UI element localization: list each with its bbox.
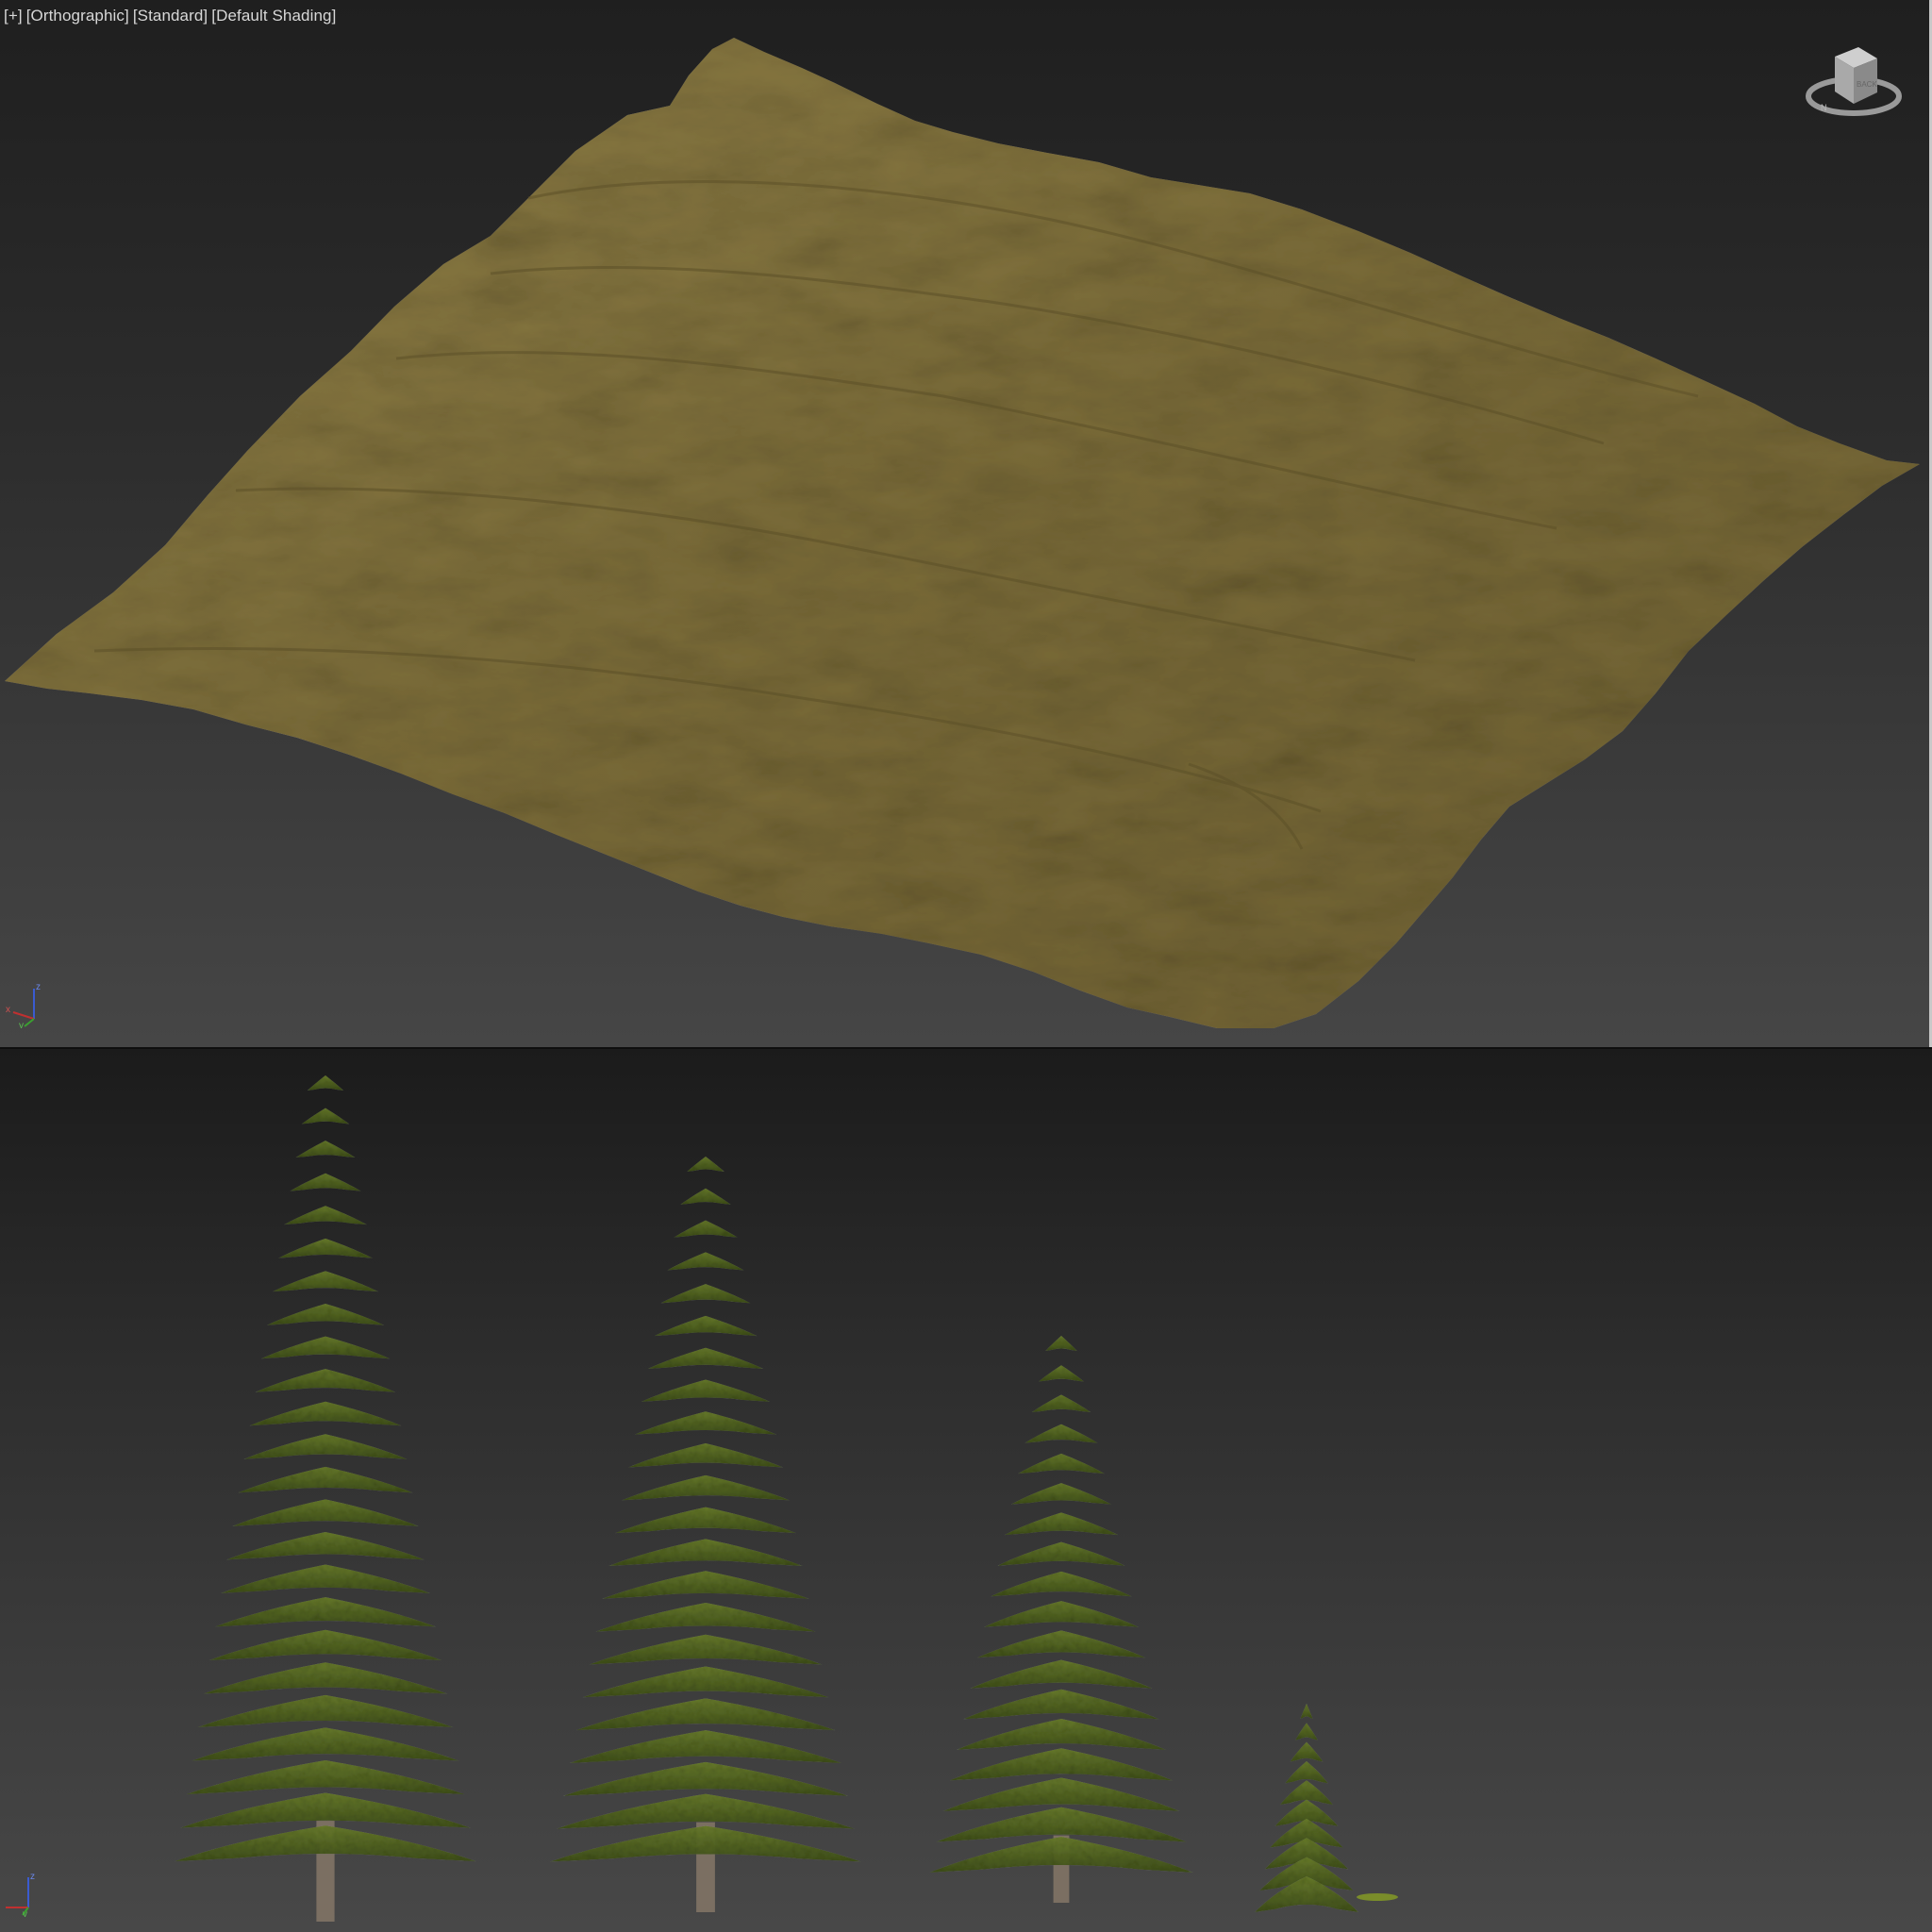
branch-tier	[647, 1347, 764, 1369]
viewcube-face-label: BACK	[1857, 80, 1877, 89]
terrain-mesh	[5, 38, 1920, 1028]
top-viewport[interactable]: [+] [Orthographic] [Standard] [Default Shad…	[0, 0, 1932, 1047]
branch-tier	[1295, 1723, 1318, 1740]
branch-tier	[284, 1206, 367, 1225]
pine-tree-3[interactable]	[929, 1336, 1193, 1903]
bottom-viewport[interactable]: z y	[0, 1049, 1932, 1932]
branch-tier	[687, 1157, 724, 1172]
branch-tier	[301, 1108, 350, 1124]
branch-tier	[983, 1601, 1140, 1627]
branch-tier	[186, 1759, 465, 1795]
viewport-view-menu[interactable]: [Orthographic]	[26, 7, 129, 25]
branch-tier	[1300, 1704, 1313, 1719]
pine-tree-4[interactable]	[1255, 1704, 1358, 1912]
branch-tier	[674, 1220, 738, 1238]
branch-tier	[1031, 1394, 1091, 1413]
branch-tier	[615, 1507, 796, 1534]
branch-tier	[569, 1730, 842, 1763]
branch-tier	[997, 1541, 1125, 1566]
branch-tier	[255, 1369, 396, 1392]
branch-tier	[1004, 1512, 1119, 1536]
branch-tier	[622, 1474, 790, 1501]
ground-shrub	[1357, 1893, 1398, 1901]
viewport-plus-menu[interactable]: [+]	[4, 7, 23, 25]
branch-tier	[1024, 1424, 1098, 1443]
branch-tier	[641, 1379, 771, 1402]
branch-tier	[991, 1571, 1132, 1597]
branch-tier	[1290, 1741, 1324, 1762]
branch-tier	[582, 1666, 829, 1698]
branch-tier	[208, 1629, 442, 1660]
branch-tier	[595, 1602, 816, 1632]
branch-tier	[197, 1694, 454, 1728]
branch-tier	[232, 1499, 419, 1526]
svg-text:x: x	[6, 1005, 10, 1015]
branch-tier	[1045, 1336, 1077, 1351]
branch-tier	[970, 1659, 1153, 1689]
branch-tier	[243, 1434, 408, 1459]
branch-tier	[266, 1303, 385, 1325]
branch-tier	[295, 1141, 356, 1158]
branch-tier	[249, 1401, 402, 1426]
viewcube-icon[interactable]: BACK N	[1802, 40, 1906, 125]
branch-tier	[976, 1630, 1146, 1658]
branch-tier	[660, 1284, 751, 1304]
branch-tier	[963, 1689, 1159, 1720]
branch-tier	[214, 1597, 437, 1627]
axis-tripod-icon: z y	[6, 1872, 35, 1917]
branch-tier	[680, 1188, 731, 1205]
svg-text:z: z	[30, 1872, 35, 1882]
branch-tier	[608, 1539, 803, 1566]
branch-tier	[627, 1443, 784, 1468]
svg-text:y: y	[19, 1021, 24, 1028]
branch-tier	[942, 1777, 1180, 1811]
branch-tier	[634, 1411, 777, 1435]
branch-tier	[203, 1662, 448, 1694]
branch-tier	[307, 1075, 344, 1091]
branch-tier	[192, 1727, 459, 1761]
branch-tier	[654, 1315, 758, 1337]
pine-tree-1[interactable]	[175, 1075, 476, 1922]
branch-tier	[589, 1634, 823, 1665]
branch-tier	[956, 1719, 1167, 1750]
branch-tier	[220, 1564, 431, 1593]
branch-tier	[1038, 1365, 1085, 1382]
axis-tripod-icon: z x y	[6, 982, 41, 1028]
branch-tier	[290, 1173, 361, 1191]
branch-tier	[273, 1271, 378, 1292]
viewport-label: [+] [Orthographic] [Standard] [Default Shad…	[4, 7, 340, 25]
branch-tier	[602, 1571, 809, 1599]
branch-tier	[238, 1466, 413, 1493]
terrain-scene	[5, 38, 1920, 1028]
branch-tier	[1018, 1453, 1105, 1474]
trees-scene	[175, 1075, 1398, 1922]
svg-text:y: y	[23, 1909, 27, 1917]
viewport-shading-menu[interactable]: [Default Shading]	[211, 7, 336, 25]
branch-tier	[278, 1238, 373, 1258]
viewport-visual-style-menu[interactable]: [Standard]	[133, 7, 208, 25]
branch-tier	[226, 1531, 425, 1560]
pine-trees	[175, 1075, 1398, 1922]
pine-tree-2[interactable]	[550, 1157, 861, 1912]
branch-tier	[260, 1336, 391, 1359]
branch-tier	[667, 1252, 744, 1271]
branch-tier	[1285, 1760, 1328, 1784]
branch-tier	[949, 1748, 1174, 1781]
svg-text:z: z	[36, 982, 41, 992]
branch-tier	[562, 1761, 849, 1796]
branch-tier	[575, 1698, 836, 1731]
svg-text:N: N	[1821, 103, 1827, 112]
branch-tier	[1010, 1483, 1112, 1505]
